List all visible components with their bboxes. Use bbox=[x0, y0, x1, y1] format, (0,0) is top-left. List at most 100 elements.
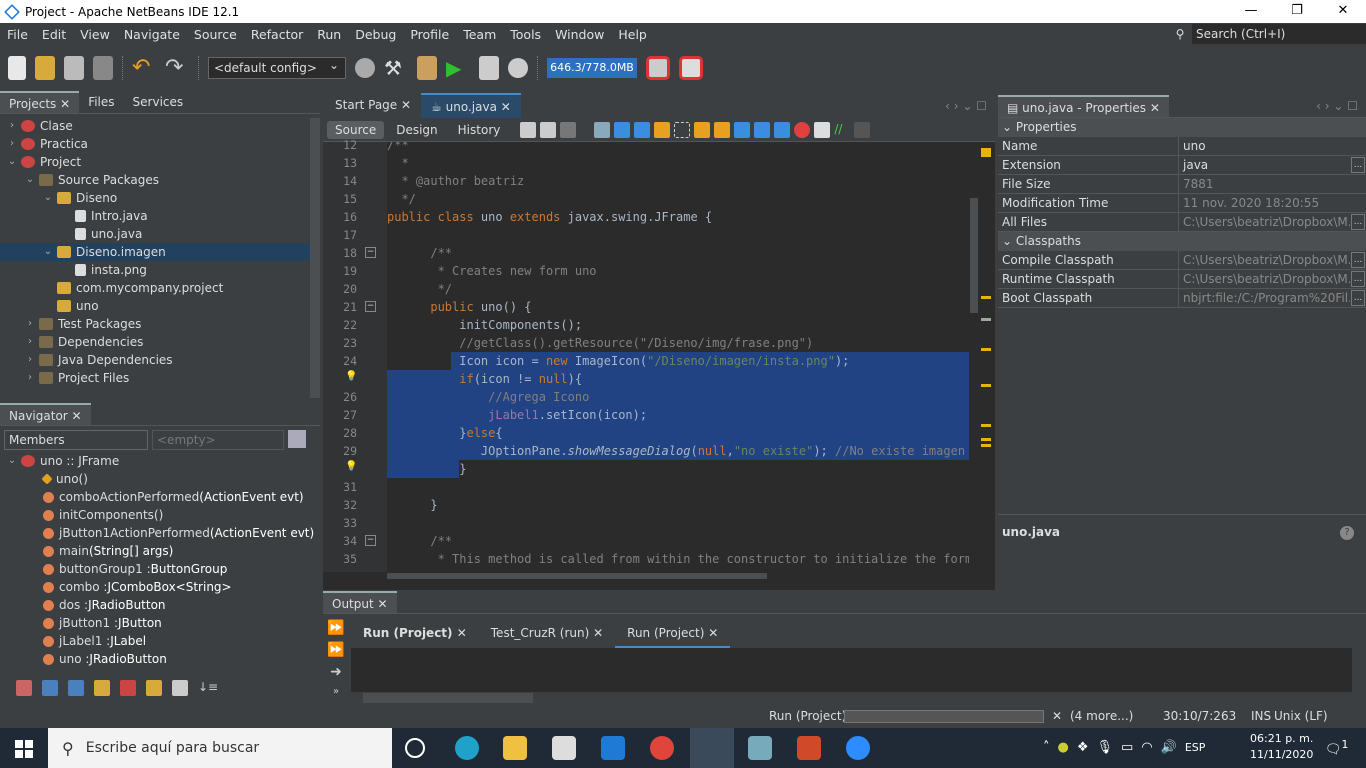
expand-icon[interactable]: › bbox=[24, 369, 36, 387]
tree-node[interactable]: › Practica bbox=[0, 135, 320, 153]
expand-icon[interactable]: › bbox=[6, 135, 18, 153]
tree-node[interactable]: com.mycompany.project bbox=[0, 279, 320, 297]
filter-icon[interactable] bbox=[288, 430, 306, 448]
redo-icon[interactable]: ↷ bbox=[165, 56, 189, 80]
globe-icon[interactable] bbox=[355, 58, 375, 78]
task-view-icon[interactable] bbox=[405, 738, 425, 758]
edit-property-button[interactable]: ... bbox=[1351, 290, 1365, 306]
inner-classes-icon[interactable] bbox=[120, 680, 136, 696]
expand-icon[interactable]: ⌄ bbox=[6, 452, 18, 470]
member-item[interactable]: jButton1ActionPerformed (ActionEvent evt) bbox=[0, 524, 320, 542]
forward-icon[interactable] bbox=[560, 121, 577, 138]
navigator-root[interactable]: ⌄ uno :: JFrame bbox=[0, 452, 320, 470]
error-stripe[interactable] bbox=[979, 142, 995, 572]
search-input[interactable]: Search (Ctrl+I) bbox=[1192, 24, 1366, 44]
tree-node[interactable]: Intro.java bbox=[0, 207, 320, 225]
edge-icon[interactable] bbox=[455, 736, 479, 760]
tree-node[interactable]: ⌄ Diseno bbox=[0, 189, 320, 207]
property-row[interactable]: Modification Time 11 nov. 2020 18:20:55 bbox=[998, 194, 1366, 213]
prev-bookmark-icon[interactable] bbox=[694, 121, 711, 138]
menu-team[interactable]: Team bbox=[456, 27, 503, 42]
menu-window[interactable]: Window bbox=[548, 27, 611, 42]
next-bookmark-icon[interactable] bbox=[714, 121, 731, 138]
tab-output[interactable]: Output ✕ bbox=[323, 591, 397, 613]
tree-node[interactable]: › Test Packages bbox=[0, 315, 320, 333]
taskbar-search[interactable]: ⚲ Escribe aquí para buscar bbox=[48, 728, 392, 768]
run-icon[interactable]: ▶ bbox=[446, 56, 470, 80]
code-area[interactable]: /** * * @author beatriz */ public class u… bbox=[387, 142, 969, 572]
member-item[interactable]: dos : JRadioButton bbox=[0, 596, 320, 614]
menu-view[interactable]: View bbox=[73, 27, 117, 42]
property-value[interactable]: 11 nov. 2020 18:20:55 bbox=[1179, 194, 1366, 212]
clock[interactable]: 06:21 p. m. 11/11/2020 bbox=[1250, 731, 1313, 763]
editor-tab-controls[interactable]: ‹ › ⌄ ☐ bbox=[937, 99, 995, 118]
menu-tools[interactable]: Tools bbox=[503, 27, 548, 42]
last-edit-icon[interactable] bbox=[520, 121, 537, 138]
member-item[interactable]: uno : JRadioButton bbox=[0, 650, 320, 668]
property-value[interactable]: C:\Users\beatriz\Dropbox\M... bbox=[1179, 270, 1350, 288]
netbeans-task-icon[interactable] bbox=[690, 728, 734, 768]
notifications-icon[interactable]: 🗨1 bbox=[1325, 738, 1348, 757]
menu-help[interactable]: Help bbox=[611, 27, 654, 42]
output-tab[interactable]: Run (Project) ✕ bbox=[351, 620, 479, 648]
memory-indicator[interactable]: 646.3/778.0MB bbox=[547, 58, 637, 78]
debug-icon[interactable] bbox=[479, 56, 499, 80]
menu-edit[interactable]: Edit bbox=[35, 27, 73, 42]
record-macro-icon[interactable] bbox=[794, 121, 811, 138]
property-value[interactable]: java bbox=[1179, 156, 1350, 174]
new-file-icon[interactable] bbox=[8, 56, 26, 80]
close-tab-icon[interactable]: ✕ bbox=[704, 626, 718, 640]
menu-refactor[interactable]: Refactor bbox=[244, 27, 310, 42]
members-select[interactable]: Members bbox=[4, 430, 148, 450]
property-value[interactable]: uno bbox=[1179, 137, 1366, 155]
explorer-icon[interactable] bbox=[503, 736, 527, 760]
close-tab-icon[interactable]: ✕ bbox=[397, 98, 411, 112]
close-tab-icon[interactable]: ✕ bbox=[589, 626, 603, 640]
menu-source[interactable]: Source bbox=[187, 27, 244, 42]
category-properties[interactable]: ⌄ Properties bbox=[998, 118, 1366, 137]
sort-alpha-icon[interactable] bbox=[172, 680, 188, 696]
shift-left-icon[interactable] bbox=[754, 121, 771, 138]
view-history[interactable]: History bbox=[450, 121, 509, 139]
search-box[interactable]: ⚲ Search (Ctrl+I) bbox=[1168, 24, 1366, 44]
build-icon[interactable]: ⚒ bbox=[384, 56, 408, 80]
stop-icon[interactable]: ➜ bbox=[330, 664, 342, 680]
more-icon[interactable]: » bbox=[333, 686, 339, 697]
shift-right-icon[interactable] bbox=[774, 121, 791, 138]
property-row[interactable]: File Size 7881 bbox=[998, 175, 1366, 194]
fqn-icon[interactable] bbox=[146, 680, 162, 696]
mic-icon[interactable]: 🎙 bbox=[1097, 740, 1114, 756]
edit-property-button[interactable]: ... bbox=[1351, 214, 1365, 230]
sort-source-icon[interactable]: ↓≡ bbox=[198, 680, 218, 696]
cancel-task-icon[interactable]: ✕ bbox=[1052, 709, 1062, 723]
filter-select[interactable]: <empty> bbox=[152, 430, 284, 450]
member-item[interactable]: initComponents() bbox=[0, 506, 320, 524]
dropbox-icon[interactable]: ❖ bbox=[1077, 740, 1089, 756]
fold-icon[interactable]: − bbox=[365, 247, 376, 258]
expand-icon[interactable]: ⌄ bbox=[24, 171, 36, 189]
menu-file[interactable]: File bbox=[0, 27, 35, 42]
tab-navigator[interactable]: Navigator ✕ bbox=[0, 403, 91, 425]
comment-icon[interactable]: // bbox=[834, 122, 850, 138]
property-value[interactable]: C:\Users\beatriz\Dropbox\M... bbox=[1179, 251, 1350, 269]
tree-node[interactable]: ⌄ Diseno.imagen bbox=[0, 243, 320, 261]
battery-icon[interactable]: ▭ bbox=[1121, 740, 1133, 756]
config-select[interactable]: <default config> bbox=[208, 55, 346, 79]
property-row[interactable]: Name uno bbox=[998, 137, 1366, 156]
fold-icon[interactable]: − bbox=[365, 535, 376, 546]
tree-node[interactable]: uno.java bbox=[0, 225, 320, 243]
open-project-icon[interactable] bbox=[64, 56, 84, 80]
chrome-icon[interactable] bbox=[650, 736, 674, 760]
wifi-icon[interactable]: ◠ bbox=[1141, 740, 1152, 756]
category-classpaths[interactable]: ⌄ Classpaths bbox=[998, 232, 1366, 251]
editor-vertical-scrollbar[interactable] bbox=[969, 142, 979, 572]
editor-tab[interactable]: Start Page ✕ bbox=[325, 93, 421, 118]
toggle-highlight-icon[interactable] bbox=[654, 121, 671, 138]
language-indicator[interactable]: ESP bbox=[1185, 740, 1206, 756]
tree-node[interactable]: › Java Dependencies bbox=[0, 351, 320, 369]
hint-bulb-icon[interactable]: 💡 bbox=[345, 371, 357, 382]
member-item[interactable]: main (String[] args) bbox=[0, 542, 320, 560]
close-button[interactable]: ✕ bbox=[1320, 0, 1366, 23]
inherited-icon[interactable] bbox=[16, 680, 32, 696]
start-button[interactable] bbox=[15, 740, 33, 758]
